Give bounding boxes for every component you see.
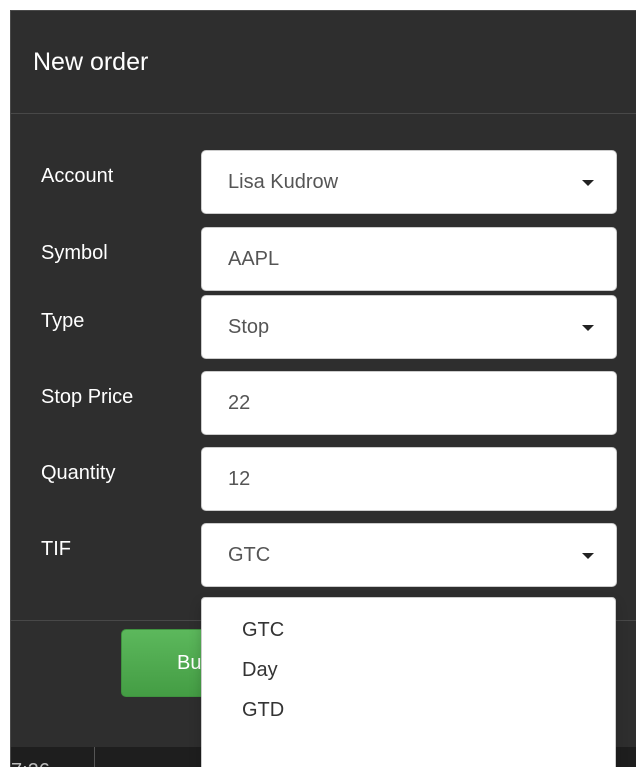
tif-dropdown-menu: GTC Day GTD [201, 597, 616, 767]
tif-row: TIF GTC [11, 523, 636, 591]
symbol-input[interactable] [201, 227, 617, 291]
stop-price-label: Stop Price [41, 386, 134, 408]
type-row: Type Stop [11, 295, 636, 363]
tif-option-gtd[interactable]: GTD [202, 690, 615, 730]
screen: New order Account Lisa Kudrow Symbol Typ… [0, 0, 636, 767]
tif-label: TIF [41, 538, 71, 560]
caret-down-icon [582, 180, 594, 186]
type-select[interactable]: Stop [201, 295, 617, 359]
type-select-value: Stop [228, 316, 270, 338]
caret-down-icon [582, 553, 594, 559]
caret-down-icon [582, 325, 594, 331]
symbol-label: Symbol [41, 242, 108, 264]
tif-select[interactable]: GTC [201, 523, 617, 587]
stop-price-row: Stop Price [11, 371, 636, 439]
type-label: Type [41, 310, 85, 332]
quantity-label: Quantity [41, 462, 116, 484]
tif-option-day[interactable]: Day [202, 650, 615, 690]
status-time: 7:26 [11, 759, 50, 767]
modal-title: New order [33, 48, 149, 76]
quantity-input[interactable] [201, 447, 617, 511]
stop-price-input[interactable] [201, 371, 617, 435]
symbol-row: Symbol [11, 227, 636, 295]
tif-select-value: GTC [228, 544, 271, 566]
account-row: Account Lisa Kudrow [11, 150, 636, 218]
quantity-row: Quantity [11, 447, 636, 515]
status-divider [94, 747, 95, 767]
account-select[interactable]: Lisa Kudrow [201, 150, 617, 214]
tif-option-gtc[interactable]: GTC [202, 610, 615, 650]
account-label: Account [41, 165, 114, 187]
account-select-value: Lisa Kudrow [228, 171, 339, 193]
modal-header: New order [11, 11, 636, 114]
